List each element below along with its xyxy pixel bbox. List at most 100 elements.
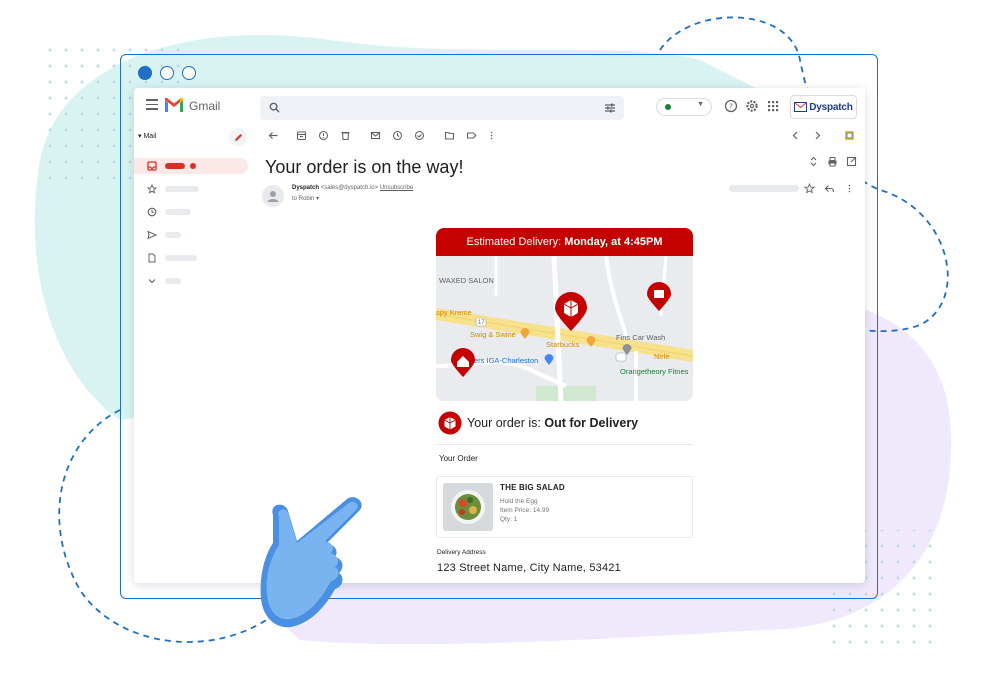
add-task-icon[interactable] [414,130,425,141]
divider [436,444,693,445]
window-dot-minimize[interactable] [160,66,174,80]
item-qty: Qty: 1 [500,516,518,523]
expand-collapse-icon[interactable] [808,156,819,167]
search-icon[interactable] [269,102,280,113]
status-dot-icon [665,104,671,110]
courier-location-pin-icon [555,292,587,331]
order-status-text: Your order is: Out for Delivery [467,416,638,430]
store-location-pin-icon [647,282,671,311]
sidebar-label-placeholder [165,209,191,215]
reply-icon[interactable] [824,183,835,194]
sidebar-item-more[interactable] [134,273,248,289]
more-vertical-icon[interactable] [844,183,855,194]
recipient-line[interactable]: to Robin ▾ [292,195,319,202]
email-subject: Your order is on the way! [265,157,464,177]
sidebar-item-sent[interactable] [134,227,248,243]
more-vertical-icon[interactable] [486,130,497,141]
sidebar-label-placeholder [165,186,199,192]
search-bar[interactable] [260,96,624,120]
move-to-icon[interactable] [444,130,455,141]
unread-count-placeholder [190,163,196,169]
sidebar-item-drafts[interactable] [134,250,248,266]
mail-label[interactable]: ▾ Mail [138,132,156,140]
map-label-starbucks: Starbucks [546,340,580,349]
clock-icon [147,207,157,217]
mark-unread-icon[interactable] [370,130,381,141]
status-prefix: Your order is: [467,416,545,430]
snooze-clock-icon[interactable] [392,130,403,141]
archive-icon[interactable] [296,130,307,141]
calendar-addon-icon[interactable] [844,130,855,141]
map-label-kreme: spy Kreme [436,308,472,317]
map-label-route: 17 [478,320,485,326]
report-spam-icon[interactable] [318,130,329,141]
back-arrow-icon[interactable] [268,130,279,141]
salad-image [443,483,493,531]
chevron-down-icon [148,279,156,284]
sidebar-item-starred[interactable] [134,181,248,197]
map-label-salon: WAXED SALON [439,276,494,285]
search-options-icon[interactable] [604,102,616,114]
map-pin-store-icon [544,354,554,365]
sender-email: <sales@dyspatch.io> [320,185,379,191]
settings-gear-icon[interactable] [745,99,759,113]
top-bar: Gmail ▼ ? Dyspatch [134,88,865,126]
delivery-address: 123 Street Name, City Name, 53421 [437,562,621,574]
item-note: Hold the Egg [500,498,538,505]
window-dot-close[interactable] [138,66,152,80]
sidebar-item-inbox[interactable] [134,158,248,174]
package-icon [438,411,462,435]
svg-text:?: ? [729,103,733,111]
print-icon[interactable] [827,156,838,167]
document-icon [148,253,156,263]
order-item-card: THE BIG SALAD Hold the Egg Item Price: 1… [436,476,693,538]
banner-prefix: Estimated Delivery: [466,236,565,248]
recipient-text: to Robin [292,196,315,202]
item-name: THE BIG SALAD [500,483,565,492]
delete-icon[interactable] [340,130,351,141]
account-brand-button[interactable]: Dyspatch [790,95,857,119]
sender-name[interactable]: Dyspatch [292,185,319,191]
sidebar-label-placeholder [165,232,181,238]
map-label-iga: ers IGA-Charleston [474,356,539,365]
unsubscribe-link[interactable]: Unsubscribe [380,185,413,191]
destination-location-pin-icon [451,348,475,377]
banner-time: Monday, at 4:45PM [564,236,663,248]
map-label-orangetheory: Orangetheory Fitnes [620,367,689,376]
caret-down-icon: ▼ [697,101,704,108]
sidebar: ▾ Mail [134,126,254,583]
search-input[interactable] [288,100,578,116]
open-new-window-icon[interactable] [846,156,857,167]
sender-line: Dyspatch <sales@dyspatch.io> Unsubscribe [292,185,413,191]
send-icon [147,230,157,240]
gmail-logo-icon [165,98,183,112]
window-controls [138,66,196,80]
label-icon[interactable] [466,130,477,141]
window-dot-maximize[interactable] [182,66,196,80]
sidebar-label-placeholder [165,255,197,261]
order-status: Your order is: Out for Delivery [438,411,638,435]
map-pin-service-icon [622,344,632,355]
star-icon [147,184,157,194]
status-dropdown[interactable]: ▼ [656,98,712,116]
pencil-icon [234,133,242,141]
help-icon[interactable]: ? [724,99,738,113]
apps-grid-icon[interactable] [766,99,780,113]
sidebar-label-placeholder [165,278,181,284]
message-toolbar [260,126,860,146]
delivery-map[interactable]: WAXED SALON spy Kreme 17 Swig & Swine St… [436,256,693,401]
app-name: Gmail [189,99,221,113]
estimated-delivery-banner: Estimated Delivery: Monday, at 4:45PM [436,228,693,256]
sidebar-label-placeholder [165,163,185,169]
sender-avatar[interactable] [262,185,284,207]
next-icon[interactable] [812,130,823,141]
gmail-window: Gmail ▼ ? Dyspatch ▾ Mail Your order is … [134,88,865,583]
sidebar-item-snoozed[interactable] [134,204,248,220]
envelope-icon [794,102,808,112]
compose-button[interactable] [229,128,247,146]
previous-icon[interactable] [790,130,801,141]
star-icon[interactable] [804,183,815,194]
mail-label-text: Mail [143,133,157,140]
brand-label: Dyspatch [809,101,853,113]
menu-icon[interactable] [146,99,158,113]
